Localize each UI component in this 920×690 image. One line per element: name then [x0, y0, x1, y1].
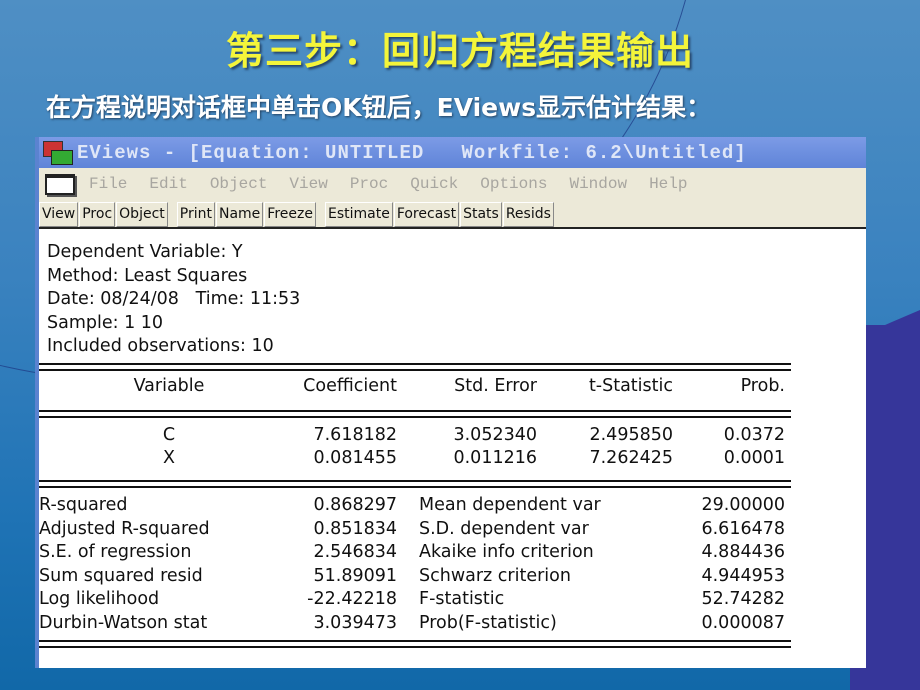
- proc-button[interactable]: Proc: [79, 202, 116, 227]
- equation-toolbar: View Proc Object Print Name Freeze Estim…: [39, 200, 866, 229]
- std-error: 0.011216: [453, 448, 537, 468]
- variable-name: C: [162, 425, 176, 445]
- menu-bar: File Edit Object View Proc Quick Options…: [39, 168, 866, 200]
- stat-value: 3.039473: [313, 612, 397, 633]
- prob: 0.0001: [723, 448, 785, 468]
- menu-view[interactable]: View: [289, 175, 327, 193]
- t-statistic: 7.262425: [589, 448, 673, 468]
- object-button[interactable]: Object: [116, 202, 168, 227]
- slide-title: 第三步：回归方程结果输出: [225, 29, 694, 73]
- coefficient: 7.618182: [313, 425, 397, 445]
- col-header-coefficient: Coefficient: [303, 376, 397, 396]
- stat-label: S.D. dependent var: [419, 518, 589, 539]
- stat-label: Durbin-Watson stat: [39, 612, 208, 633]
- menu-window[interactable]: Window: [569, 175, 627, 193]
- stat-value: 0.851834: [313, 518, 397, 539]
- stat-label: Mean dependent var: [419, 495, 601, 515]
- eviews-window: EViews - [Equation: UNTITLED Workfile: 6…: [35, 137, 866, 668]
- stat-label: F-statistic: [419, 589, 505, 609]
- stat-value: 0.000087: [701, 612, 785, 633]
- stat-label: Sum squared resid: [39, 565, 203, 586]
- window-title: EViews - [Equation: UNTITLED Workfile: 6…: [77, 141, 747, 164]
- dependent-variable: Dependent Variable: Y: [47, 242, 243, 262]
- stat-value: 52.74282: [701, 589, 785, 609]
- stat-value: 51.89091: [313, 565, 397, 586]
- divider: [39, 480, 791, 488]
- variable-name: X: [163, 448, 175, 468]
- menu-options[interactable]: Options: [480, 175, 547, 193]
- name-button[interactable]: Name: [215, 202, 264, 227]
- col-header-std-error: Std. Error: [454, 376, 537, 396]
- method: Method: Least Squares: [47, 265, 248, 286]
- menu-edit[interactable]: Edit: [149, 175, 187, 193]
- forecast-button[interactable]: Forecast: [393, 202, 460, 227]
- menu-object[interactable]: Object: [210, 175, 268, 193]
- stat-value: 29.00000: [701, 495, 785, 515]
- stat-label: S.E. of regression: [39, 542, 192, 562]
- prob: 0.0372: [723, 425, 785, 445]
- stat-value: 4.884436: [701, 542, 785, 562]
- document-window-icon[interactable]: [45, 173, 75, 195]
- stat-label: Adjusted R-squared: [39, 518, 210, 539]
- menu-help[interactable]: Help: [649, 175, 687, 193]
- col-header-variable: Variable: [133, 376, 205, 396]
- menu-file[interactable]: File: [89, 175, 127, 193]
- resids-button[interactable]: Resids: [502, 202, 554, 227]
- col-header-prob: Prob.: [740, 376, 785, 396]
- stat-value: 2.546834: [313, 542, 397, 562]
- divider: [39, 363, 791, 371]
- eviews-app-icon[interactable]: [43, 140, 73, 165]
- stat-label: R-squared: [39, 495, 128, 515]
- stats-button[interactable]: Stats: [460, 202, 502, 227]
- freeze-button[interactable]: Freeze: [264, 202, 316, 227]
- menu-quick[interactable]: Quick: [410, 175, 458, 193]
- stat-label: Log likelihood: [39, 589, 160, 609]
- stat-label: Schwarz criterion: [419, 565, 571, 586]
- estimation-output: Dependent Variable: Y Method: Least Squa…: [39, 229, 866, 671]
- title-bar[interactable]: EViews - [Equation: UNTITLED Workfile: 6…: [39, 137, 866, 168]
- stat-value: 6.616478: [701, 518, 785, 539]
- stat-value: -22.42218: [307, 589, 397, 609]
- stat-value: 0.868297: [313, 495, 397, 515]
- print-button[interactable]: Print: [176, 202, 215, 227]
- slide-subtitle: 在方程说明对话框中单击OK钮后，EViews显示估计结果：: [46, 93, 712, 122]
- view-button[interactable]: View: [39, 202, 79, 227]
- stat-label: Prob(F-statistic): [419, 612, 557, 633]
- t-statistic: 2.495850: [589, 425, 673, 445]
- divider: [39, 640, 791, 648]
- std-error: 3.052340: [453, 425, 537, 445]
- included-observations: Included observations: 10: [47, 336, 274, 356]
- coefficient: 0.081455: [313, 448, 397, 468]
- stat-label: Akaike info criterion: [419, 542, 594, 562]
- col-header-t-statistic: t-Statistic: [588, 376, 673, 396]
- sample: Sample: 1 10: [47, 312, 164, 333]
- date-time: Date: 08/24/08 Time: 11:53: [47, 289, 301, 309]
- divider: [39, 410, 791, 418]
- estimate-button[interactable]: Estimate: [324, 202, 393, 227]
- stat-value: 4.944953: [701, 565, 785, 586]
- menu-proc[interactable]: Proc: [350, 175, 388, 193]
